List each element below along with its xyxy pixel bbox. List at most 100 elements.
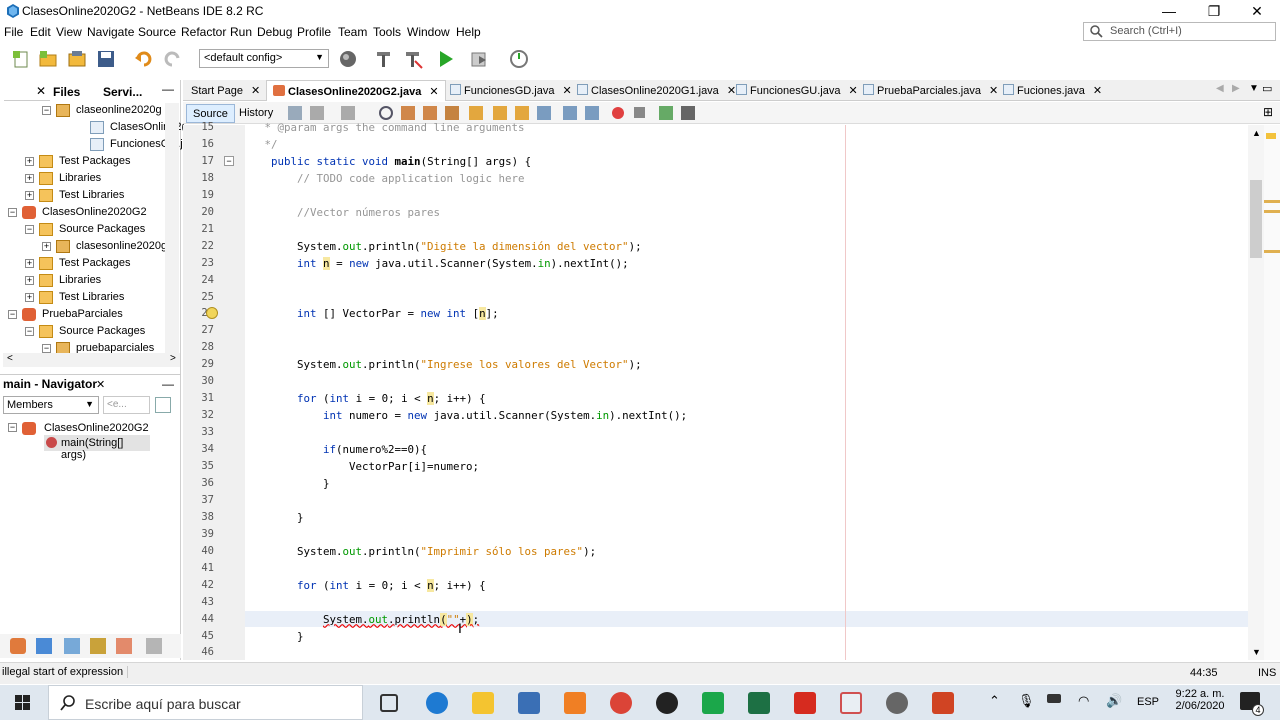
- navigator-method-row[interactable]: main(String[] args): [44, 435, 150, 461]
- code-line[interactable]: System.out.println("Digite la dimensión …: [245, 240, 642, 253]
- tree-item[interactable]: + Test Packages: [4, 255, 164, 272]
- tab-fuciones[interactable]: Fuciones.java ✕: [997, 80, 1108, 101]
- new-project-icon[interactable]: [38, 49, 58, 69]
- menu-window[interactable]: Window: [407, 25, 450, 39]
- tree-item[interactable]: − Source Packages: [4, 323, 164, 340]
- menu-view[interactable]: View: [56, 25, 82, 39]
- expand-icon[interactable]: +: [25, 174, 34, 183]
- tab-clasesonline2020g1[interactable]: ClasesOnline2020G1.java ✕: [571, 80, 742, 101]
- expand-icon[interactable]: +: [25, 157, 34, 166]
- error-stripe[interactable]: [1264, 125, 1280, 660]
- menu-team[interactable]: Team: [338, 25, 367, 39]
- tree-item[interactable]: + Libraries: [4, 272, 164, 289]
- code-line[interactable]: public static void main(String[] args) {: [245, 155, 531, 168]
- microphone-icon[interactable]: 🎙: [1018, 693, 1035, 709]
- netbeans-task-icon[interactable]: [886, 692, 908, 714]
- code-line[interactable]: // TODO code application logic here: [245, 172, 525, 185]
- profile-project-icon[interactable]: [509, 49, 529, 69]
- github-icon[interactable]: [656, 692, 678, 714]
- snipping-tool-icon[interactable]: [840, 692, 862, 714]
- close-icon[interactable]: ✕: [251, 85, 260, 97]
- nonpublic-filter-icon[interactable]: [64, 638, 80, 654]
- collapse-icon[interactable]: −: [25, 327, 34, 336]
- virtualbox-icon[interactable]: [518, 692, 540, 714]
- minimize-button[interactable]: —: [1146, 0, 1192, 22]
- code-line[interactable]: }: [245, 477, 330, 490]
- collapse-icon[interactable]: −: [8, 310, 17, 319]
- new-file-icon[interactable]: [11, 49, 31, 69]
- expand-icon[interactable]: +: [42, 242, 51, 251]
- tree-item[interactable]: − claseonline2020g: [4, 102, 164, 119]
- battery-icon[interactable]: [1047, 694, 1061, 703]
- tree-item[interactable]: − ClasesOnline2020G2: [4, 204, 164, 221]
- restore-button[interactable]: ❐: [1191, 0, 1237, 22]
- taskbar-search-input[interactable]: Escribe aquí para buscar: [48, 685, 363, 720]
- code-line[interactable]: int [] VectorPar = new int [n];: [245, 307, 499, 321]
- fqn-filter-icon[interactable]: [116, 638, 132, 654]
- tab-clasesonline2020g2[interactable]: ClasesOnline2020G2.java ✕: [266, 80, 446, 101]
- close-icon[interactable]: ✕: [429, 86, 438, 98]
- close-icon[interactable]: ✕: [1093, 85, 1102, 97]
- open-project-icon[interactable]: [67, 49, 87, 69]
- code-line[interactable]: for (int i = 0; i < n; i++) {: [245, 578, 486, 592]
- occurrence-mark[interactable]: [1264, 210, 1280, 213]
- menu-debug[interactable]: Debug: [257, 25, 292, 39]
- shift-right-icon[interactable]: [585, 106, 599, 120]
- code-line[interactable]: }: [245, 511, 304, 524]
- collapse-icon[interactable]: −: [8, 208, 17, 217]
- code-line[interactable]: int numero = new java.util.Scanner(Syste…: [245, 409, 687, 422]
- undo-icon[interactable]: [134, 49, 154, 69]
- code-line[interactable]: System.out.println(""+);: [245, 612, 479, 626]
- tree-item[interactable]: + Libraries: [4, 170, 164, 187]
- show-opened-documents-icon[interactable]: ▼: [1249, 83, 1259, 94]
- tab-funcionesgd[interactable]: FuncionesGD.java ✕: [444, 80, 578, 101]
- tree-item[interactable]: + Test Packages: [4, 153, 164, 170]
- static-filter-icon[interactable]: [36, 638, 52, 654]
- network-icon[interactable]: ◠: [1078, 693, 1089, 709]
- file-explorer-icon[interactable]: [472, 692, 494, 714]
- menu-edit[interactable]: Edit: [30, 25, 51, 39]
- previous-bookmark-icon[interactable]: [493, 106, 507, 120]
- scroll-right-icon[interactable]: ▶: [1232, 83, 1240, 94]
- collapse-icon[interactable]: −: [42, 344, 51, 353]
- code-line[interactable]: int n = new java.util.Scanner(System.in)…: [245, 256, 629, 270]
- expand-icon[interactable]: +: [25, 259, 34, 268]
- tree-item[interactable]: FuncionesGU.j: [4, 136, 183, 153]
- find-icon[interactable]: [379, 106, 393, 120]
- menu-refactor[interactable]: Refactor: [181, 25, 226, 39]
- last-edit-icon[interactable]: [288, 106, 302, 120]
- clean-build-icon[interactable]: [403, 49, 423, 69]
- toggle-bookmark-icon[interactable]: [537, 106, 551, 120]
- edge-icon[interactable]: [426, 692, 448, 714]
- tree-item[interactable]: + Test Libraries: [4, 289, 164, 306]
- tree-item[interactable]: ClasesOnline2(: [4, 119, 185, 136]
- comment-icon[interactable]: [659, 106, 673, 120]
- tray-chevron-up-icon[interactable]: ⌃: [989, 693, 1000, 709]
- menu-profile[interactable]: Profile: [297, 25, 331, 39]
- config-select[interactable]: <default config> ▼: [199, 49, 329, 68]
- close-tab-icon[interactable]: ✕: [36, 84, 46, 98]
- start-macro-recording-icon[interactable]: [612, 107, 624, 119]
- maximize-window-icon[interactable]: ▭: [1262, 82, 1272, 95]
- find-next-icon[interactable]: [423, 106, 437, 120]
- redo-icon[interactable]: [162, 49, 182, 69]
- fold-icon[interactable]: −: [224, 156, 234, 166]
- hint-bulb-icon[interactable]: [206, 307, 218, 319]
- code-line[interactable]: System.out.println("Ingrese los valores …: [245, 358, 642, 371]
- code-line[interactable]: VectorPar[i]=numero;: [245, 460, 479, 473]
- tree-vscrollbar[interactable]: [165, 103, 179, 353]
- occurrence-mark[interactable]: [1264, 250, 1280, 253]
- split-window-icon[interactable]: ⊞: [1263, 105, 1273, 119]
- sort-icon[interactable]: [155, 397, 171, 413]
- expand-icon[interactable]: +: [25, 293, 34, 302]
- warning-mark[interactable]: [1266, 133, 1276, 139]
- code-line[interactable]: //Vector números pares: [245, 206, 440, 219]
- settings-icon[interactable]: [146, 638, 162, 654]
- code-line[interactable]: for (int i = 0; i < n; i++) {: [245, 392, 486, 406]
- code-line[interactable]: * @param args the command line arguments: [245, 121, 525, 134]
- toggle-rectangular-icon[interactable]: [469, 106, 483, 120]
- close-window-button[interactable]: ✕: [1234, 0, 1280, 22]
- task-view-icon[interactable]: [380, 694, 398, 712]
- menu-source[interactable]: Source: [138, 25, 176, 39]
- code-line[interactable]: */: [245, 138, 278, 151]
